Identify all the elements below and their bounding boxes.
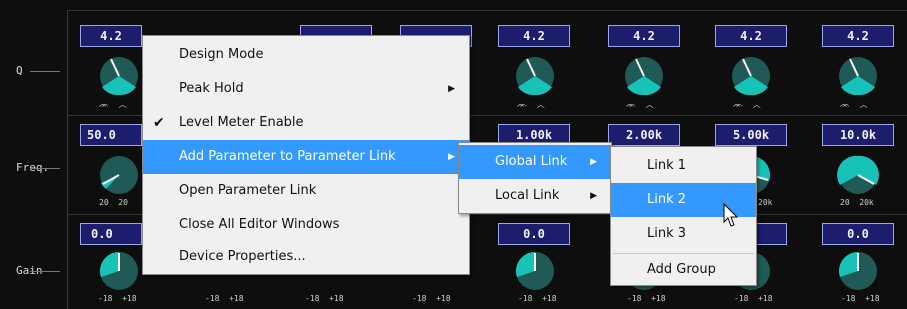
menu-item-global-link[interactable]: Global Link ▶	[459, 145, 611, 179]
q-value-field[interactable]: 4.2	[498, 25, 570, 47]
gain-scale-label: -18 +18	[734, 294, 773, 303]
freq-scale-label: 20k	[758, 198, 773, 207]
q-scale-label: ᨏ ︿	[626, 100, 654, 109]
freq-value-field[interactable]: 2.00k	[608, 124, 680, 146]
menu-item-peak-hold[interactable]: Peak Hold ▶	[143, 72, 469, 106]
menu-item-device-properties[interactable]: Device Properties...	[143, 240, 469, 274]
q-value-field[interactable]: 4.2	[822, 25, 894, 47]
q-knob[interactable]	[836, 54, 880, 98]
freq-scale-label: 20 20	[99, 198, 128, 207]
gain-knob[interactable]	[513, 249, 557, 293]
gain-scale-label: -18 +18	[305, 294, 344, 303]
q-value-field[interactable]: 4.2	[608, 25, 680, 47]
menu-item-level-meter-enable[interactable]: ✔ Level Meter Enable	[143, 106, 469, 140]
row-tick-gain	[30, 271, 60, 272]
q-knob[interactable]	[622, 54, 666, 98]
q-value-field[interactable]: 4.2	[80, 25, 142, 47]
menu-item-local-link[interactable]: Local Link ▶	[459, 179, 611, 213]
q-scale-label: ᨏ ︿	[733, 100, 761, 109]
freq-knob[interactable]	[836, 153, 880, 197]
gain-value-field[interactable]: 0.0	[498, 223, 570, 245]
q-knob[interactable]	[729, 54, 773, 98]
checkmark-icon: ✔	[153, 115, 165, 131]
submenu-arrow-icon: ▶	[590, 191, 597, 201]
menu-item-add-parameter-link[interactable]: Add Parameter to Parameter Link ▶	[143, 140, 469, 174]
freq-value-field[interactable]: 5.00k	[715, 124, 787, 146]
gain-knob[interactable]	[836, 249, 880, 293]
freq-knob[interactable]	[97, 153, 141, 197]
row-axis	[67, 10, 68, 309]
q-scale-label: ᨏ ︿	[99, 100, 127, 109]
gain-scale-label: -18 +18	[98, 294, 137, 303]
submenu-arrow-icon: ▶	[448, 84, 455, 94]
q-scale-label: ᨏ ︿	[517, 100, 545, 109]
q-scale-label: ᨏ ︿	[840, 100, 868, 109]
q-knob[interactable]	[97, 54, 141, 98]
gain-scale-label: -18 +18	[518, 294, 557, 303]
row-separator	[67, 10, 907, 11]
row-label-q: Q	[16, 64, 23, 77]
context-menu: Design Mode Peak Hold ▶ ✔ Level Meter En…	[142, 35, 470, 275]
q-knob[interactable]	[513, 54, 557, 98]
row-tick-freq	[30, 168, 60, 169]
gain-value-field[interactable]: 0.0	[80, 223, 142, 245]
gain-scale-label: -18 +18	[412, 294, 451, 303]
freq-scale-label: 20 20k	[840, 198, 874, 207]
menu-item-close-editor-windows[interactable]: Close All Editor Windows	[143, 208, 469, 242]
gain-scale-label: -18 +18	[205, 294, 244, 303]
menu-item-open-parameter-link[interactable]: Open Parameter Link	[143, 174, 469, 208]
gain-scale-label: -18 +18	[841, 294, 880, 303]
q-value-field[interactable]: 4.2	[715, 25, 787, 47]
freq-value-field[interactable]: 50.0	[80, 124, 142, 146]
menu-item-design-mode[interactable]: Design Mode	[143, 38, 469, 72]
submenu-arrow-icon: ▶	[448, 152, 455, 162]
submenu-arrow-icon: ▶	[590, 157, 597, 167]
link-submenu: Global Link ▶ Local Link ▶	[458, 142, 612, 214]
gain-value-field[interactable]: 0.0	[822, 223, 894, 245]
gain-scale-label: -18 +18	[627, 294, 666, 303]
menu-item-link-1[interactable]: Link 1	[611, 149, 756, 183]
gain-knob[interactable]	[97, 249, 141, 293]
row-tick-q	[30, 71, 60, 72]
freq-value-field[interactable]: 10.0k	[822, 124, 894, 146]
menu-item-add-group[interactable]: Add Group	[611, 253, 756, 287]
mouse-pointer-icon	[723, 203, 739, 227]
